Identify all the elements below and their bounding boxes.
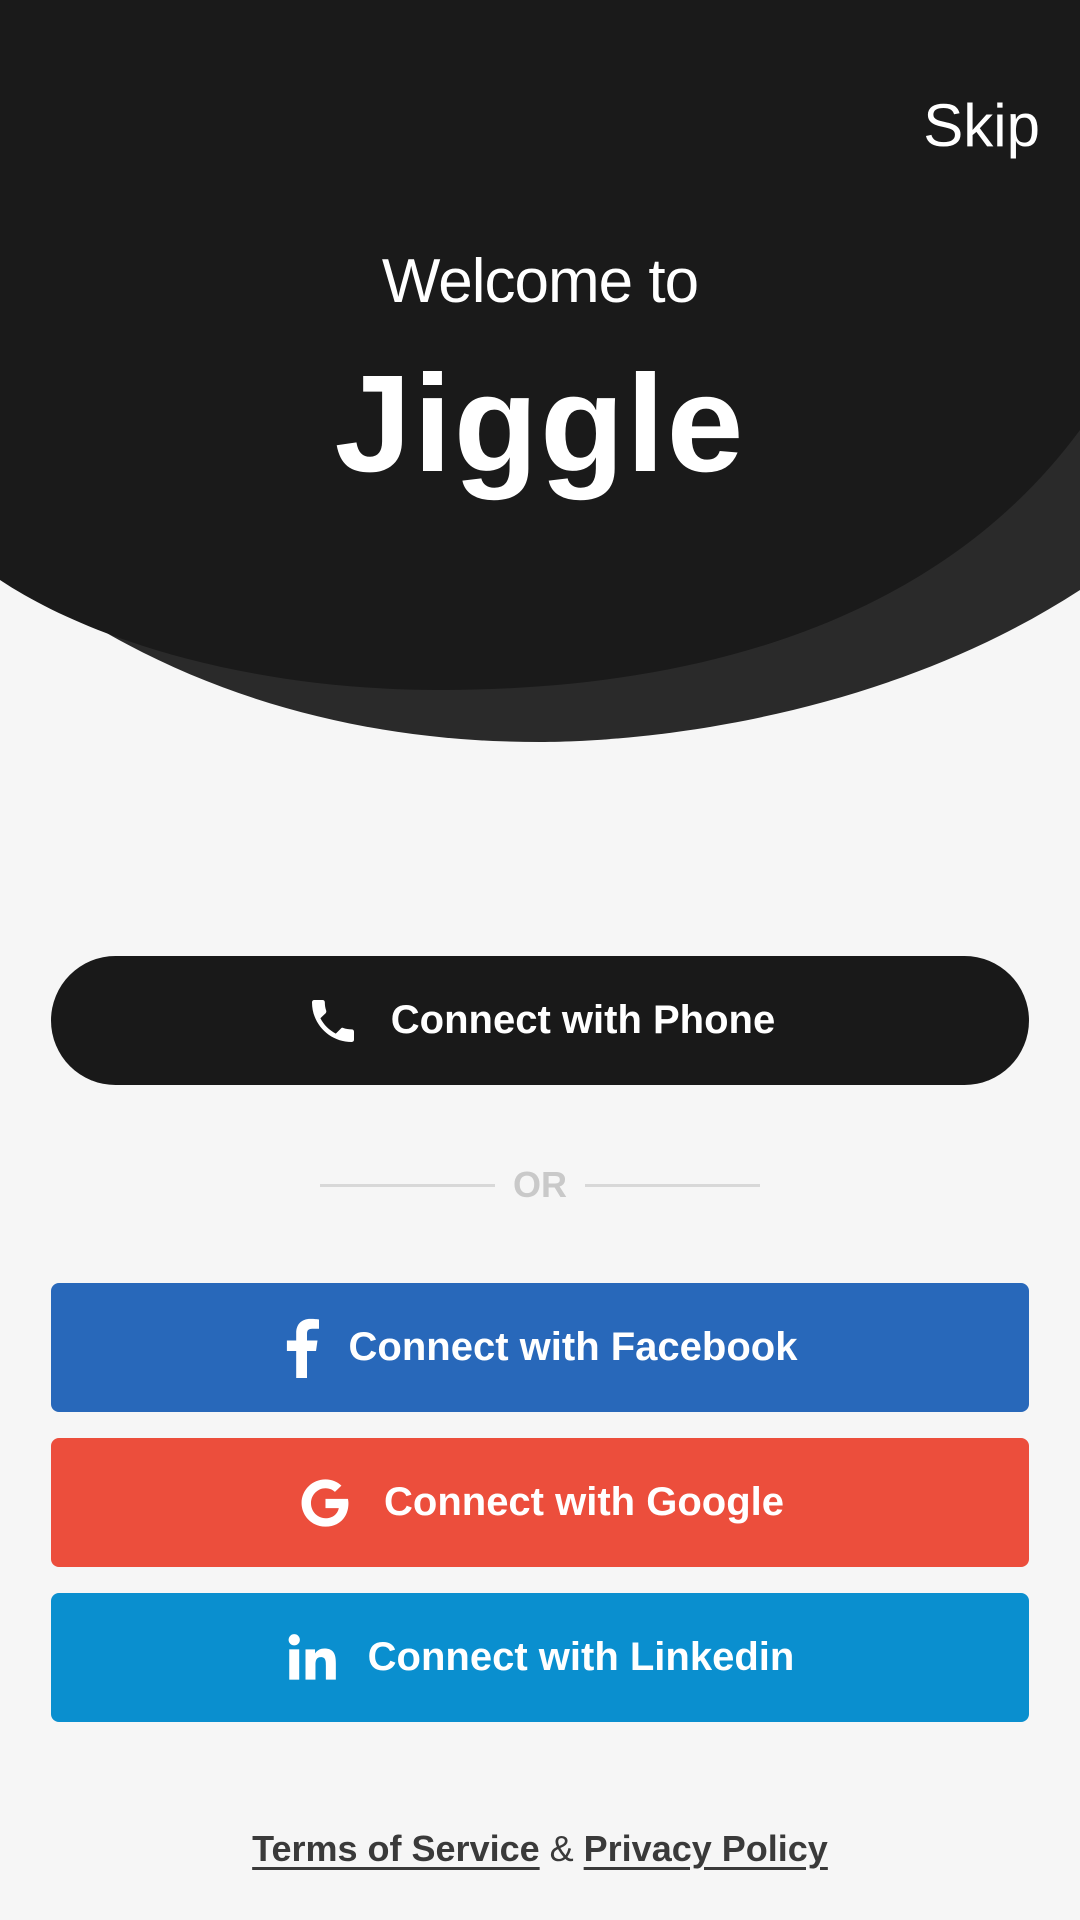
divider-line-left	[320, 1183, 495, 1187]
legal-links: Terms of Service & Privacy Policy	[0, 1828, 1080, 1870]
linkedin-icon	[286, 1632, 338, 1684]
phone-icon	[305, 993, 361, 1049]
connect-phone-label: Connect with Phone	[390, 998, 776, 1042]
connect-linkedin-button[interactable]: Connect with Linkedin	[51, 1593, 1029, 1722]
divider-line-right	[585, 1183, 760, 1187]
skip-button[interactable]: Skip	[923, 90, 1040, 162]
connect-linkedin-label: Connect with Linkedin	[367, 1635, 795, 1679]
welcome-text: Welcome to	[381, 247, 699, 316]
or-text: OR	[513, 1164, 567, 1205]
welcome-hero: Skip Welcome to Jiggle	[0, 0, 1080, 760]
google-icon	[296, 1474, 354, 1532]
facebook-icon	[283, 1318, 319, 1378]
connect-facebook-button[interactable]: Connect with Facebook	[51, 1283, 1029, 1412]
or-divider: OR	[0, 1160, 1080, 1210]
connect-facebook-label: Connect with Facebook	[348, 1325, 798, 1369]
terms-of-service-link[interactable]: Terms of Service	[252, 1828, 539, 1869]
legal-separator: &	[549, 1828, 574, 1869]
connect-google-label: Connect with Google	[384, 1480, 784, 1524]
connect-phone-button[interactable]: Connect with Phone	[51, 956, 1029, 1085]
privacy-policy-link[interactable]: Privacy Policy	[584, 1828, 828, 1869]
brand-title: Jiggle	[334, 347, 746, 501]
connect-google-button[interactable]: Connect with Google	[51, 1438, 1029, 1567]
